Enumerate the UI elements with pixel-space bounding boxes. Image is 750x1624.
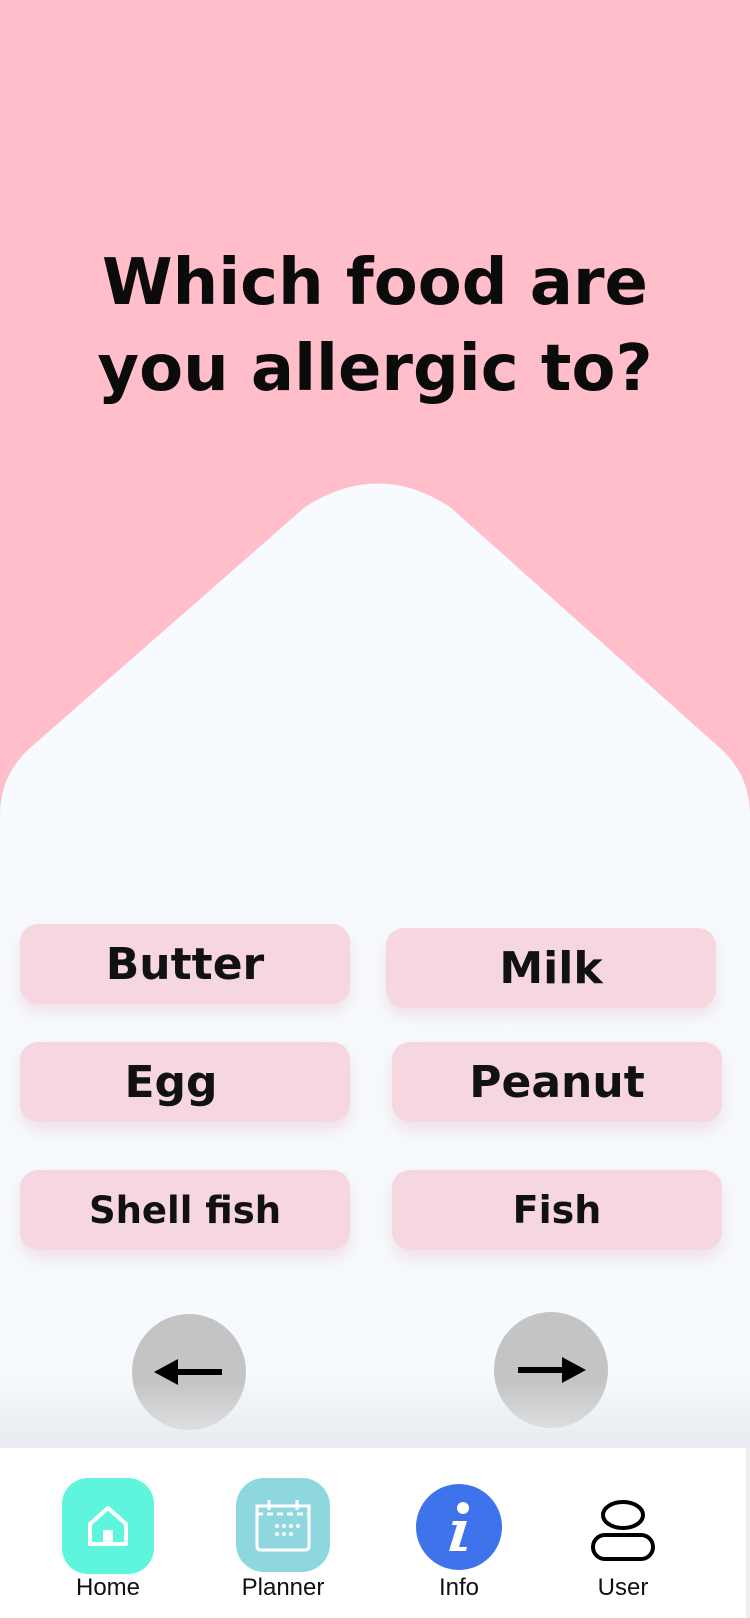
question-line-1: Which food are <box>102 246 648 320</box>
question-line-2: you allergic to? <box>97 332 653 406</box>
tab-info[interactable]: Info <box>384 1448 534 1618</box>
tab-user[interactable]: User <box>548 1448 698 1618</box>
option-butter[interactable]: Butter <box>20 924 350 1004</box>
option-label: Butter <box>105 938 265 990</box>
option-egg[interactable]: Egg <box>20 1042 350 1122</box>
user-icon-wrap <box>588 1496 658 1566</box>
tabbar-shadow <box>0 1382 750 1448</box>
info-icon-bg <box>416 1484 502 1570</box>
option-label: Milk <box>499 942 603 994</box>
tab-home[interactable]: Home <box>33 1448 183 1618</box>
option-shell-fish[interactable]: Shell fish <box>20 1170 350 1250</box>
calendar-icon-bg <box>236 1478 330 1572</box>
tab-user-label: User <box>597 1574 649 1601</box>
option-peanut[interactable]: Peanut <box>392 1042 722 1122</box>
option-milk[interactable]: Milk <box>386 928 716 1008</box>
option-label: Peanut <box>469 1056 645 1108</box>
tab-info-label: Info <box>438 1574 480 1601</box>
tab-planner-label: Planner <box>241 1574 325 1601</box>
home-icon <box>88 1506 128 1546</box>
user-icon <box>591 1500 655 1561</box>
question-title: Which food are you allergic to? <box>60 240 690 412</box>
option-label: Egg <box>124 1056 218 1108</box>
calendar-icon <box>255 1500 311 1552</box>
bottom-tab-bar: Home Planner Info User <box>0 1448 750 1618</box>
home-icon-bg <box>62 1478 154 1574</box>
tab-home-label: Home <box>75 1574 141 1601</box>
option-label: Shell fish <box>88 1188 282 1232</box>
option-fish[interactable]: Fish <box>392 1170 722 1250</box>
info-icon <box>449 1502 469 1551</box>
option-label: Fish <box>512 1188 602 1232</box>
tab-planner[interactable]: Planner <box>208 1448 358 1618</box>
